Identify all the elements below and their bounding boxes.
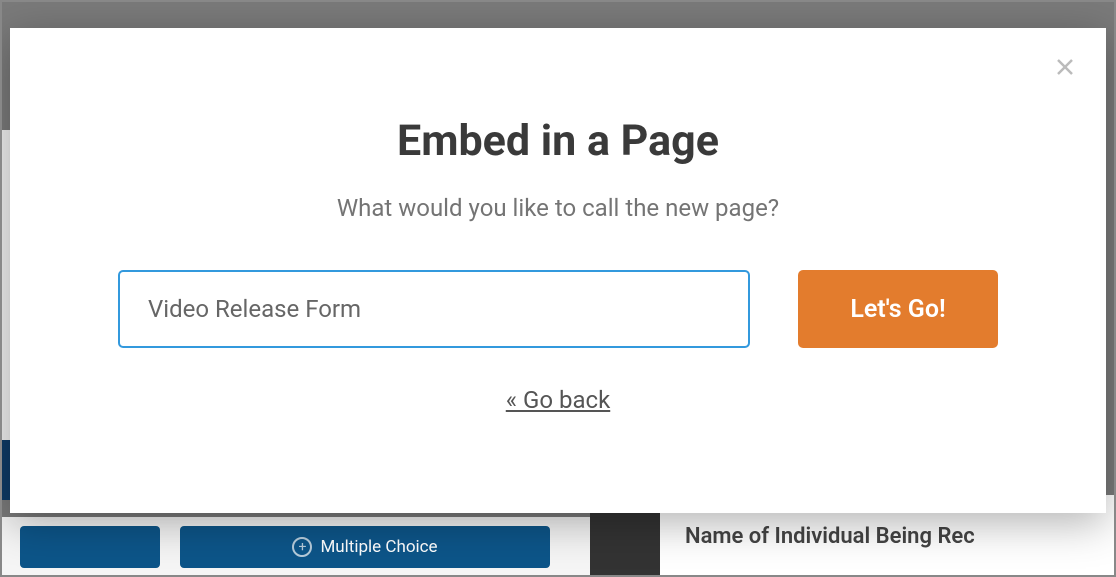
bg-sidebar bbox=[0, 130, 10, 480]
bg-button2-label: Multiple Choice bbox=[320, 537, 437, 557]
modal-subtitle: What would you like to call the new page… bbox=[337, 194, 779, 222]
embed-page-modal: Embed in a Page What would you like to c… bbox=[10, 28, 1106, 513]
bg-button-multiple-choice: + Multiple Choice bbox=[180, 526, 550, 568]
lets-go-button[interactable]: Let's Go! bbox=[798, 270, 998, 348]
bg-button-1 bbox=[20, 526, 160, 568]
bg-right-panel-text: Name of Individual Being Rec bbox=[685, 524, 975, 549]
plus-circle-icon: + bbox=[292, 537, 312, 557]
input-row: Let's Go! bbox=[10, 270, 1106, 348]
bg-dark-tab bbox=[0, 440, 10, 500]
modal-title: Embed in a Page bbox=[397, 116, 719, 166]
page-name-input[interactable] bbox=[118, 270, 750, 348]
go-back-link[interactable]: « Go back bbox=[506, 386, 610, 414]
close-icon[interactable] bbox=[1054, 56, 1076, 78]
